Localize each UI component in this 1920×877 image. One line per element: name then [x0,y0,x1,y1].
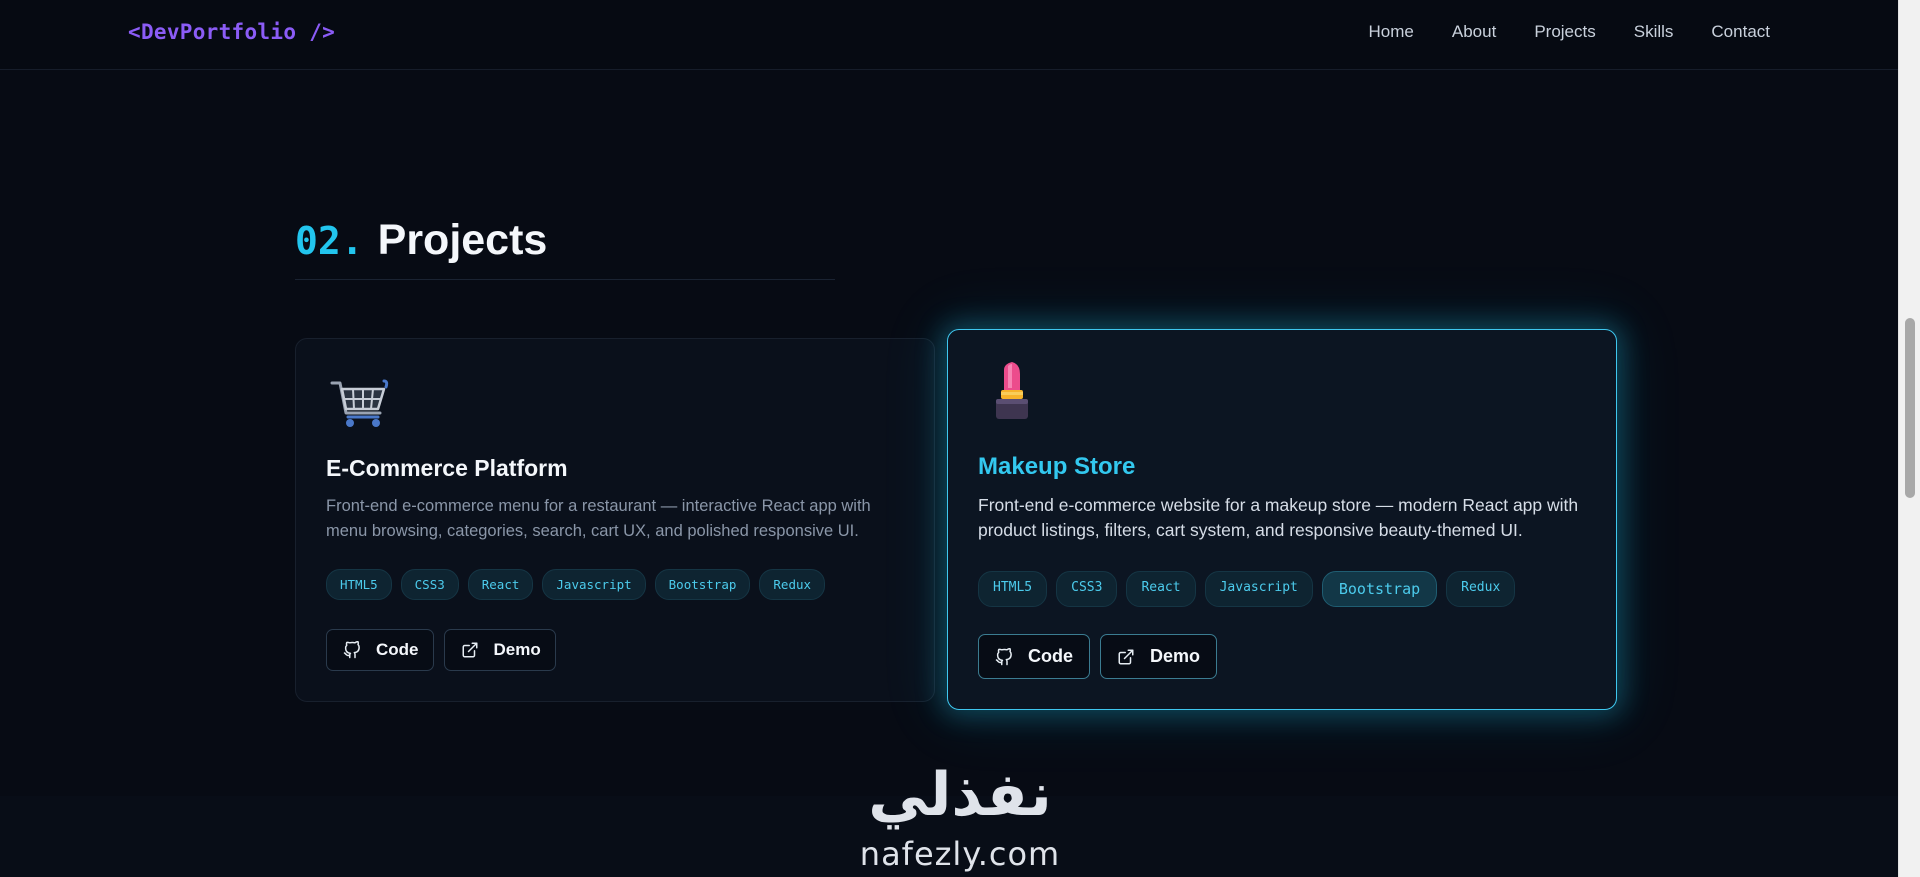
external-link-icon [1118,649,1134,664]
tech-tag: HTML5 [978,571,1048,607]
code-button-label: Code [1028,646,1073,666]
tech-tag-hovered: Bootstrap [1321,571,1438,607]
section-heading: 02. Projects [295,216,547,265]
nav-link-home[interactable]: Home [1369,22,1414,42]
demo-button[interactable]: Demo [1100,634,1218,679]
nafezly-watermark: نفذلي nafezly.com [840,760,1080,877]
project-title: E-Commerce Platform [326,455,568,481]
tech-tag: CSS3 [1056,571,1118,607]
site-logo[interactable]: <DevPortfolio /> [128,20,335,44]
nav-link-about[interactable]: About [1452,22,1496,42]
code-button-label: Code [376,640,419,659]
tech-tags: HTML5 CSS3 React Javascript Bootstrap Re… [978,571,1516,607]
page: <DevPortfolio /> Home About Projects Ski… [0,0,1920,877]
tech-tag: Redux [1446,571,1516,607]
project-description: Front-end e-commerce website for a makeu… [978,495,1579,540]
tech-tag: React [1126,571,1196,607]
lipstick-icon [996,362,1028,419]
demo-button-label: Demo [1150,646,1201,666]
tech-tag: React [467,569,534,600]
external-link-icon [462,642,477,658]
section-number: 02. [295,219,364,263]
page-scrollbar[interactable] [1898,0,1920,877]
nav-link-skills[interactable]: Skills [1634,22,1674,42]
section-title: Projects [377,216,548,264]
tech-tag: Bootstrap [654,569,751,600]
tech-tag: Redux [759,569,826,600]
project-card-ecommerce[interactable]: E-Commerce Platform Front-end e-commerce… [295,338,935,702]
project-actions: Code Demo [326,629,556,671]
code-button[interactable]: Code [978,634,1090,679]
watermark-latin: nafezly.com [859,835,1061,873]
tech-tag: CSS3 [400,569,459,600]
project-description: Front-end e-commerce menu for a restaura… [326,497,871,540]
nav-links: Home About Projects Skills Contact [1369,22,1770,42]
demo-button[interactable]: Demo [443,629,556,671]
tech-tag: Javascript [542,569,646,600]
code-button[interactable]: Code [326,629,434,671]
nav-link-contact[interactable]: Contact [1711,22,1770,42]
tech-tags: HTML5 CSS3 React Javascript Bootstrap Re… [326,569,826,600]
tech-tag: HTML5 [326,569,392,600]
project-card-makeup-store[interactable]: Makeup Store Front-end e-commerce websit… [947,329,1617,710]
github-icon [995,647,1012,665]
project-actions: Code Demo [978,634,1218,679]
watermark-arabic: نفذلي [868,760,1052,830]
demo-button-label: Demo [493,640,541,659]
scrollbar-thumb[interactable] [1905,318,1915,498]
github-icon [343,641,360,659]
project-title: Makeup Store [978,453,1136,480]
shopping-cart-icon [330,379,389,427]
section-divider [295,279,835,280]
navbar: <DevPortfolio /> Home About Projects Ski… [0,0,1898,70]
tech-tag: Javascript [1204,571,1313,607]
nav-link-projects[interactable]: Projects [1534,22,1595,42]
